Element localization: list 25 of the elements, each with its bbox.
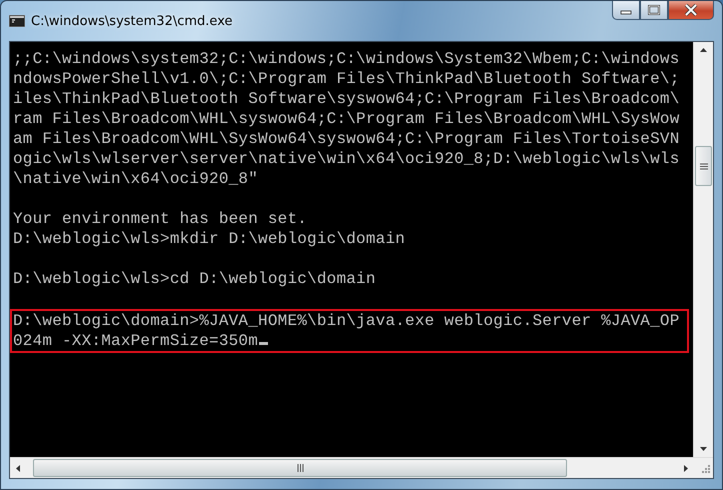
console-line: ogic\wls\wlserver\server\native\win\x64\oci920_8;D:\weblogic\wls\wls: [13, 150, 680, 168]
maximize-button[interactable]: [640, 1, 668, 20]
console-line: 024m -XX:MaxPermSize=350m: [13, 332, 258, 350]
console-line: ndowsPowerShell\v1.0\;C:\Program Files\ThinkPad\Bluetooth Software\;: [13, 70, 680, 88]
scroll-thumb[interactable]: [695, 146, 712, 186]
window-title: C:\windows\system32\cmd.exe: [31, 14, 234, 28]
console-line: \native\win\x64\oci920_8": [13, 170, 258, 188]
vertical-scrollbar[interactable]: [693, 42, 713, 457]
console-line: ram Files\Broadcom\WHL\syswow64;C:\Program Files\Broadcom\WHL\SysWow: [13, 110, 680, 128]
close-button[interactable]: [668, 1, 714, 20]
grip-icon: [700, 162, 708, 170]
console-line: D:\weblogic\wls>mkdir D:\weblogic\domain: [13, 230, 406, 248]
console-line: am Files\Broadcom\WHL\SysWow64\syswow64;C:\Program Files\TortoiseSVN: [13, 130, 680, 148]
console-line: D:\weblogic\domain>%JAVA_HOME%\bin\java.exe weblogic.Server %JAVA_OP: [13, 312, 680, 330]
minimize-button[interactable]: [612, 1, 640, 20]
grip-icon: [296, 464, 304, 472]
console-line: Your environment has been set.: [13, 210, 308, 228]
scroll-thumb[interactable]: [33, 459, 567, 477]
console-line: D:\weblogic\wls>cd D:\weblogic\domain: [13, 270, 376, 288]
close-icon: [684, 4, 698, 16]
console-line: ;;C:\windows\system32;C:\windows;C:\windows\System32\Wbem;C:\windows: [13, 50, 680, 68]
horizontal-scrollbar[interactable]: [10, 457, 713, 478]
console-app-icon: [9, 15, 25, 27]
maximize-icon: [648, 5, 660, 15]
console-line: iles\ThinkPad\Bluetooth Software\syswow64;C:\Program Files\Broadcom\: [13, 90, 680, 108]
